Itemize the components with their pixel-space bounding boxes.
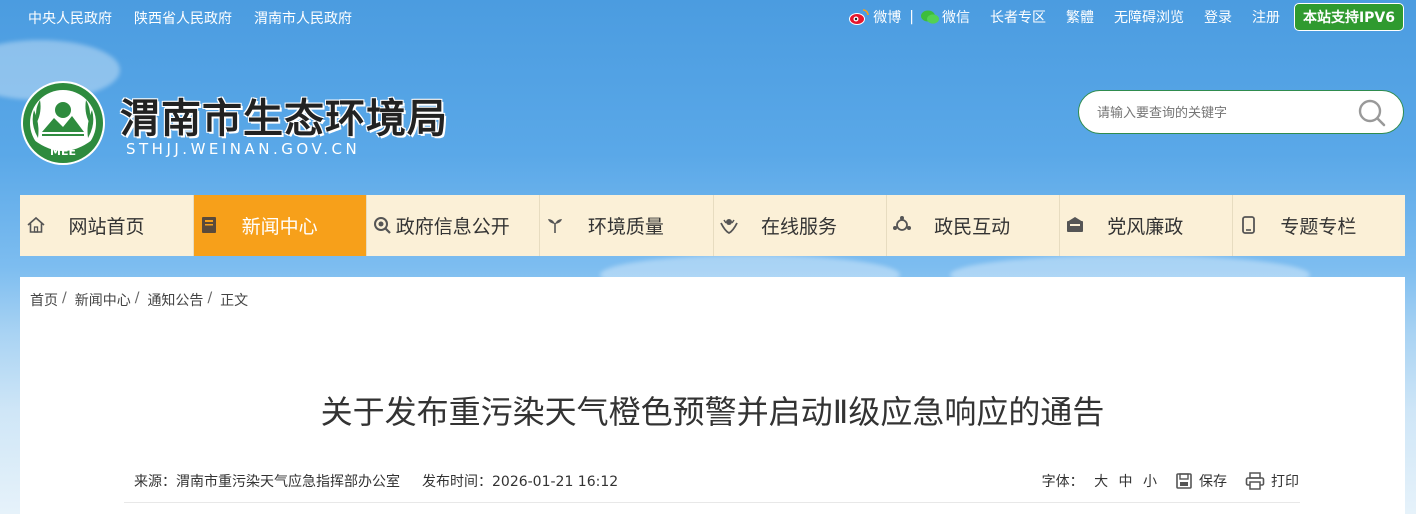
magnifier-icon	[374, 217, 392, 234]
gov-link-weinan[interactable]: 渭南市人民政府	[254, 8, 352, 28]
logo-text: MEE	[50, 145, 76, 158]
print-button[interactable]: 打印	[1245, 471, 1299, 491]
wechat-link[interactable]: 微信	[920, 7, 970, 27]
elder-zone-label[interactable]: 长者专区	[990, 7, 1046, 27]
breadcrumb: 首页 / 新闻中心 / 通知公告 / 正文	[30, 290, 248, 310]
nav-item-news[interactable]: 新闻中心	[193, 195, 367, 256]
service-icon	[719, 219, 738, 235]
nav-item-online-service[interactable]: 在线服务	[712, 195, 886, 256]
nav-item-special-topics[interactable]: 专题专栏	[1231, 195, 1405, 256]
font-size-medium[interactable]: 中	[1119, 474, 1133, 490]
article-tools: 字体： 大 中 小 保存 打印	[1042, 471, 1299, 491]
breadcrumb-news[interactable]: 新闻中心	[75, 290, 131, 310]
font-size-large[interactable]: 大	[1094, 474, 1108, 490]
article-meta: 来源：渭南市重污染天气应急指挥部办公室 发布时间：2026-01-21 16:1…	[134, 471, 1299, 491]
nav-label: 新闻中心	[241, 216, 318, 238]
top-bar: 中央人民政府 陕西省人民政府 渭南市人民政府 微博 | 微信 长者专区 繁體 无…	[0, 0, 1416, 34]
weibo-link[interactable]: 微博	[848, 7, 901, 27]
ipv6-badge: 本站支持IPV6	[1293, 3, 1404, 31]
main-nav: 网站首页 新闻中心 政府信息公开 环境质量 在线服务 政民互动 党风廉政 专题专…	[20, 195, 1405, 256]
search-icon[interactable]	[1357, 98, 1387, 128]
breadcrumb-separator: /	[62, 290, 67, 306]
site-domain: STHJJ.WEINAN.GOV.CN	[126, 140, 361, 158]
save-button[interactable]: 保存	[1175, 471, 1227, 491]
nav-label: 在线服务	[761, 216, 838, 238]
elder-zone-link[interactable]: 长者专区	[990, 7, 1046, 27]
separator: |	[909, 9, 914, 25]
weibo-icon	[849, 9, 870, 25]
traditional-chinese-label[interactable]: 繁體	[1066, 7, 1094, 27]
home-icon	[27, 216, 45, 233]
breadcrumb-home[interactable]: 首页	[30, 290, 58, 310]
nav-label: 专题专栏	[1280, 216, 1357, 238]
mailbox-icon	[1066, 217, 1083, 232]
nav-label: 党风廉政	[1107, 216, 1184, 238]
nav-item-integrity[interactable]: 党风廉政	[1058, 195, 1232, 256]
article-source: 来源：渭南市重污染天气应急指挥部办公室	[134, 474, 400, 490]
nav-item-environment[interactable]: 环境质量	[539, 195, 712, 256]
nav-label: 政府信息公开	[395, 216, 510, 238]
search-input[interactable]	[1095, 102, 1349, 124]
gov-links: 中央人民政府 陕西省人民政府 渭南市人民政府	[28, 8, 352, 28]
breadcrumb-separator: /	[207, 290, 213, 306]
gov-link-shaanxi[interactable]: 陕西省人民政府	[134, 8, 232, 28]
nav-item-interaction[interactable]: 政民互动	[885, 195, 1059, 256]
gov-link-central[interactable]: 中央人民政府	[28, 8, 112, 28]
phone-icon	[1241, 216, 1255, 234]
login-label[interactable]: 登录	[1204, 7, 1232, 27]
search-box	[1078, 90, 1404, 134]
breadcrumb-notices[interactable]: 通知公告	[147, 290, 203, 310]
article-title: 关于发布重污染天气橙色预警并启动Ⅱ级应急响应的通告	[320, 393, 1105, 431]
interaction-icon	[892, 216, 911, 231]
font-size-small[interactable]: 小	[1143, 474, 1157, 490]
mee-logo: MEE	[21, 81, 105, 165]
site-title: 渭南市生态环境局	[120, 95, 448, 142]
traditional-chinese-link[interactable]: 繁體	[1066, 7, 1094, 27]
wechat-icon	[920, 10, 939, 24]
save-label: 保存	[1199, 474, 1227, 490]
font-size-label: 字体：	[1041, 474, 1084, 490]
login-link[interactable]: 登录	[1204, 7, 1232, 27]
printer-icon	[1245, 472, 1265, 490]
wechat-label[interactable]: 微信	[942, 7, 970, 27]
print-label: 打印	[1271, 474, 1299, 490]
breadcrumb-separator: /	[134, 290, 140, 306]
nav-item-home[interactable]: 网站首页	[20, 195, 193, 256]
breadcrumb-current: 正文	[220, 293, 249, 309]
nav-label: 环境质量	[587, 216, 664, 238]
register-label[interactable]: 注册	[1252, 7, 1280, 27]
font-size-control: 字体： 大 中 小	[1042, 471, 1157, 491]
plant-icon	[548, 219, 563, 233]
accessibility-label[interactable]: 无障碍浏览	[1114, 7, 1184, 27]
book-icon	[202, 217, 217, 233]
nav-item-gov-info[interactable]: 政府信息公开	[366, 195, 539, 256]
save-icon	[1176, 473, 1192, 489]
utility-links: 微博 | 微信 长者专区 繁體 无障碍浏览 登录 注册 本站支持IPV6	[848, 3, 1404, 31]
accessibility-link[interactable]: 无障碍浏览	[1114, 7, 1184, 27]
nav-label: 政民互动	[934, 216, 1011, 238]
weibo-label[interactable]: 微博	[873, 7, 901, 27]
article-panel: 首页 / 新闻中心 / 通知公告 / 正文 关于发布重污染天气橙色预警并启动Ⅱ级应急响…	[20, 277, 1405, 514]
meta-divider	[124, 502, 1300, 503]
register-link[interactable]: 注册	[1252, 7, 1280, 27]
article-publish-time: 发布时间：2026-01-21 16:12	[422, 474, 619, 490]
nav-label: 网站首页	[68, 216, 145, 238]
